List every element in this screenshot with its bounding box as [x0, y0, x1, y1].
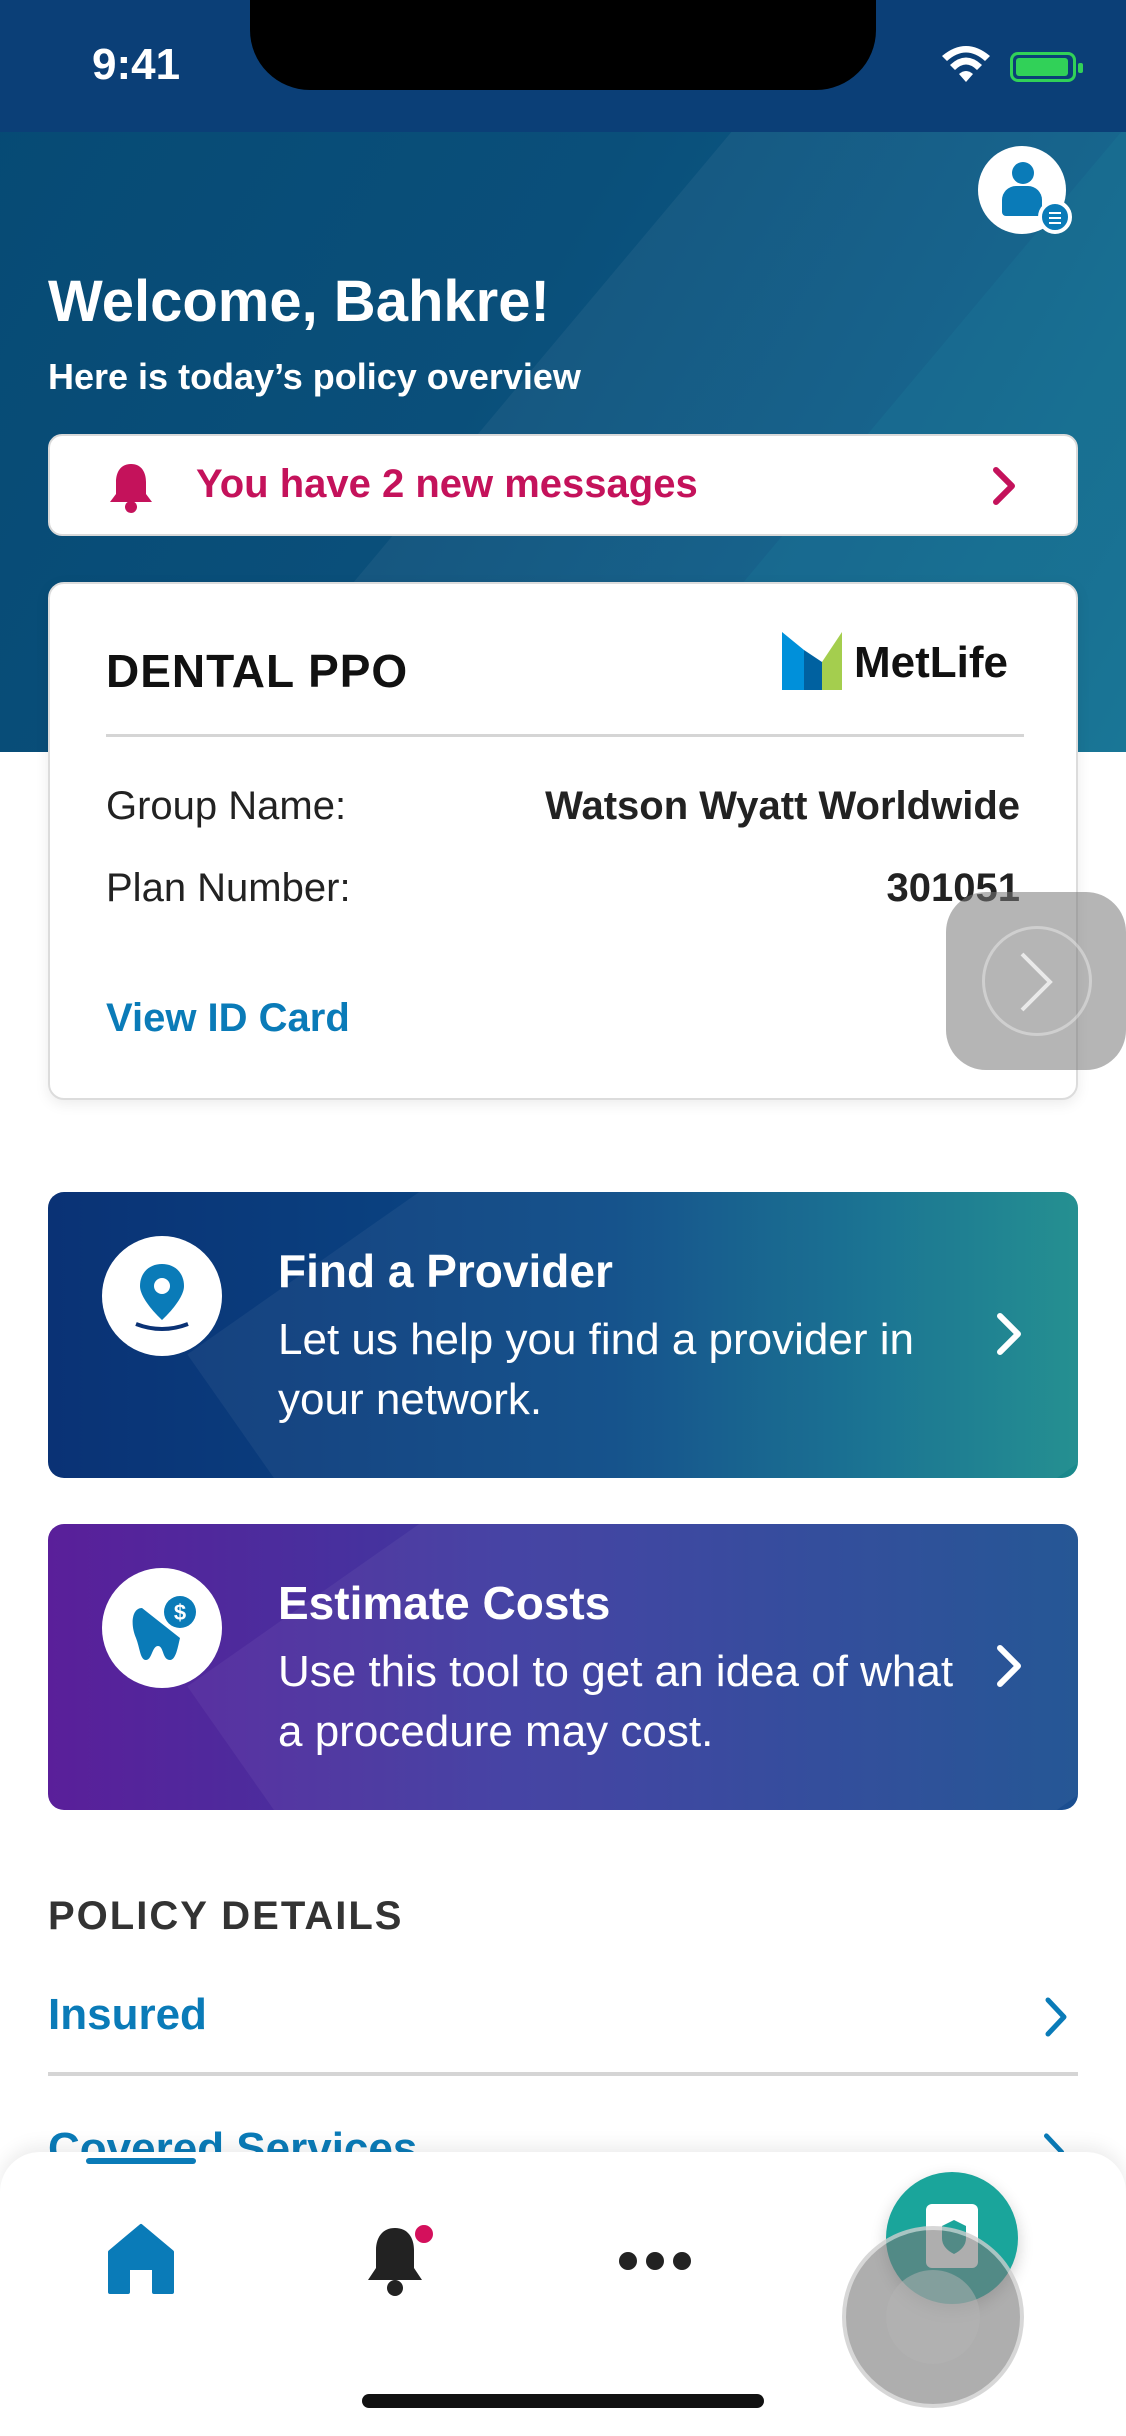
chevron-right-icon [993, 467, 1015, 505]
brand-name: MetLife [854, 638, 1008, 687]
metlife-logo: MetLife [782, 632, 1042, 692]
touch-indicator [842, 2226, 1024, 2408]
tab-alerts[interactable] [350, 2216, 440, 2306]
messages-banner[interactable]: You have 2 new messages [48, 434, 1078, 536]
battery-icon [1010, 52, 1083, 82]
status-time: 9:41 [92, 40, 181, 89]
welcome-subtitle: Here is today’s policy overview [48, 356, 581, 397]
profile-icon [1012, 162, 1034, 184]
tab-more[interactable] [610, 2216, 700, 2306]
tab-home[interactable] [86, 2158, 196, 2306]
policy-details-heading: POLICY DETAILS [48, 1894, 404, 1938]
bell-icon [110, 464, 152, 513]
home-icon [108, 2224, 174, 2294]
assistive-touch-button[interactable] [946, 892, 1126, 1070]
chevron-right-icon [1020, 952, 1053, 1012]
policy-detail-label: Insured [48, 1990, 207, 2039]
more-dots-icon [619, 2252, 691, 2270]
row-divider [48, 2072, 1078, 2076]
svg-text:$: $ [174, 1600, 186, 1625]
chevron-right-icon [1045, 1997, 1067, 2037]
status-bar: 9:41 [0, 0, 1126, 132]
find-provider-description: Let us help you find a provider in your … [278, 1315, 914, 1424]
home-indicator[interactable] [362, 2394, 764, 2408]
metlife-mark-icon [782, 632, 842, 690]
policy-card: DENTAL PPO MetLife Group Name: Watson Wy… [48, 582, 1078, 1100]
estimate-costs-title: Estimate Costs [278, 1577, 611, 1629]
tooth-dollar-icon: $ [102, 1568, 222, 1688]
welcome-heading: Welcome, Bahkre! [48, 269, 550, 334]
card-divider [106, 734, 1024, 737]
find-provider-title: Find a Provider [278, 1245, 613, 1297]
device-notch [250, 0, 876, 90]
notification-badge [412, 2222, 436, 2246]
menu-icon [1038, 200, 1072, 234]
view-id-card-link[interactable]: View ID Card [106, 996, 350, 1041]
policy-type: DENTAL PPO [106, 645, 409, 697]
group-name-label: Group Name: [106, 784, 347, 828]
estimate-costs-description: Use this tool to get an idea of what a p… [278, 1647, 954, 1756]
chevron-right-icon [997, 1313, 1021, 1355]
messages-banner-text: You have 2 new messages [196, 462, 698, 506]
wifi-icon [942, 46, 990, 82]
active-tab-indicator [86, 2158, 196, 2164]
profile-menu-button[interactable] [978, 146, 1072, 234]
chevron-right-icon [997, 1645, 1021, 1687]
find-provider-card[interactable]: Find a Provider Let us help you find a p… [48, 1192, 1078, 1478]
group-name-value: Watson Wyatt Worldwide [545, 784, 1020, 828]
location-pin-icon [102, 1236, 222, 1356]
estimate-costs-card[interactable]: $ Estimate Costs Use this tool to get an… [48, 1524, 1078, 1810]
plan-number-label: Plan Number: [106, 866, 351, 910]
